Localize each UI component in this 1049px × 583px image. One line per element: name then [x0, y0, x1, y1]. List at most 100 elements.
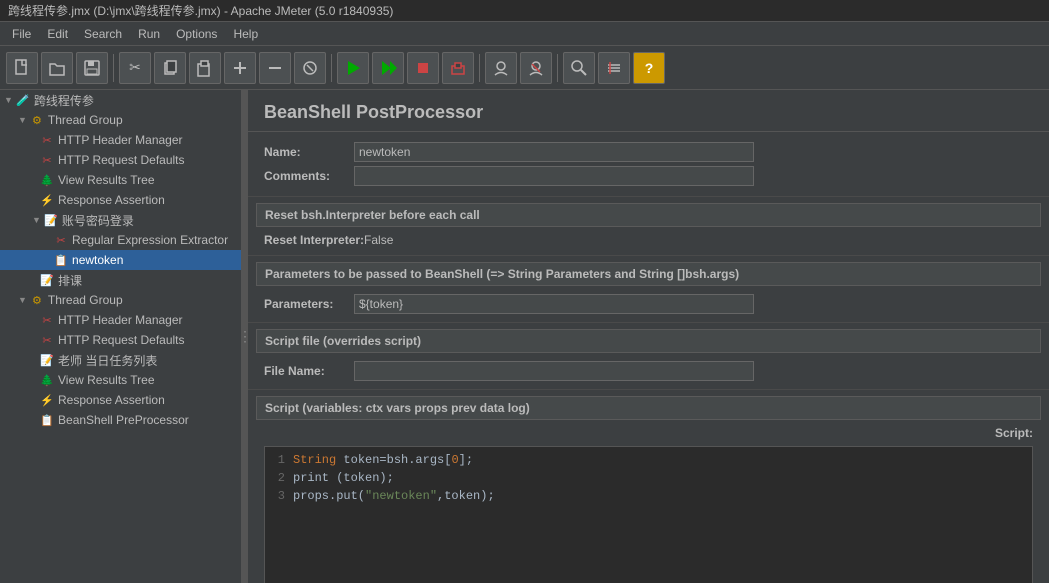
remote-stop-button[interactable]	[520, 52, 552, 84]
start-button[interactable]	[337, 52, 369, 84]
menu-help[interactable]: Help	[225, 25, 266, 43]
icon-root: 🧪	[15, 92, 31, 108]
sep2	[331, 54, 332, 82]
sep1	[113, 54, 114, 82]
left-panel: ▼ 🧪 跨线程传参 ▼ ⚙ Thread Group ✂ HTTP Header…	[0, 90, 242, 583]
new-button[interactable]	[6, 52, 38, 84]
tree-item-task-list[interactable]: 📝 老师 当日任务列表	[0, 350, 241, 370]
plain-1: token=bsh.args[	[336, 453, 451, 467]
icon-http-defaults2: ✂	[39, 332, 55, 348]
tree-item-root[interactable]: ▼ 🧪 跨线程传参	[0, 90, 241, 110]
plain-2: print (token);	[293, 471, 394, 485]
tree-item-view-results2[interactable]: 🌲 View Results Tree	[0, 370, 241, 390]
label-root: 跨线程传参	[34, 92, 94, 109]
script-section: Script (variables: ctx vars props prev d…	[248, 390, 1049, 583]
comments-row: Comments:	[264, 166, 1033, 186]
reset-interpreter-value: False	[364, 233, 393, 247]
tree-item-view-results1[interactable]: 🌲 View Results Tree	[0, 170, 241, 190]
tree-item-tg2[interactable]: ▼ ⚙ Thread Group	[0, 290, 241, 310]
code-line-1: String token=bsh.args[0];	[293, 451, 1028, 469]
clear-all-button[interactable]	[598, 52, 630, 84]
menu-file[interactable]: File	[4, 25, 39, 43]
icon-acct-grp: 📝	[43, 212, 59, 228]
cut-button[interactable]: ✂	[119, 52, 151, 84]
reset-interpreter-label: Reset Interpreter:	[264, 233, 364, 247]
name-label: Name:	[264, 145, 354, 159]
params-label: Parameters:	[264, 297, 354, 311]
reset-header: Reset bsh.Interpreter before each call	[256, 203, 1041, 227]
tree-item-beanshell-pre[interactable]: 📋 BeanShell PreProcessor	[0, 410, 241, 430]
remote-start-button[interactable]	[485, 52, 517, 84]
arrow-root: ▼	[4, 95, 13, 105]
name-input[interactable]	[354, 142, 754, 162]
str-newtoken: "newtoken"	[365, 489, 437, 503]
sep3	[479, 54, 480, 82]
start-no-pause-button[interactable]	[372, 52, 404, 84]
tree-item-http-defaults2[interactable]: ✂ HTTP Request Defaults	[0, 330, 241, 350]
copy-button[interactable]	[154, 52, 186, 84]
icon-http-header1: ✂	[39, 132, 55, 148]
tree-item-regex[interactable]: ✂ Regular Expression Extractor	[0, 230, 241, 250]
paste-button[interactable]	[189, 52, 221, 84]
add-button[interactable]	[224, 52, 256, 84]
arrow-view-results1	[32, 175, 37, 185]
arrow-beanshell-pre	[32, 415, 37, 425]
arrow-paike	[32, 275, 37, 285]
arrow-newtoken	[46, 255, 51, 265]
title-text: 跨线程传参.jmx (D:\jmx\跨线程传参.jmx) - Apache JM…	[8, 2, 393, 19]
params-section: Parameters to be passed to BeanShell (=>…	[248, 256, 1049, 323]
icon-newtoken: 📋	[53, 252, 69, 268]
plain-3b: ,token);	[437, 489, 495, 503]
params-input[interactable]	[354, 294, 754, 314]
label-paike: 排课	[58, 272, 82, 289]
menu-edit[interactable]: Edit	[39, 25, 76, 43]
icon-http-header2: ✂	[39, 312, 55, 328]
save-button[interactable]	[76, 52, 108, 84]
script-file-header: Script file (overrides script)	[256, 329, 1041, 353]
tree-item-paike[interactable]: 📝 排课	[0, 270, 241, 290]
comments-label: Comments:	[264, 169, 354, 183]
code-line-3: props.put("newtoken",token);	[293, 487, 1028, 505]
icon-view-results2: 🌲	[39, 372, 55, 388]
arrow-tg1: ▼	[18, 115, 27, 125]
open-button[interactable]	[41, 52, 73, 84]
remove-button[interactable]	[259, 52, 291, 84]
arrow-view-results2	[32, 375, 37, 385]
label-beanshell-pre: BeanShell PreProcessor	[58, 413, 189, 427]
tree-item-newtoken[interactable]: 📋 newtoken	[0, 250, 241, 270]
script-area[interactable]: 1 2 3 String token=bsh.args[0]; print (t…	[264, 446, 1033, 583]
comments-input[interactable]	[354, 166, 754, 186]
menu-options[interactable]: Options	[168, 25, 225, 43]
label-newtoken: newtoken	[72, 253, 123, 267]
label-tg1: Thread Group	[48, 113, 123, 127]
tree-item-response-assert2[interactable]: ⚡ Response Assertion	[0, 390, 241, 410]
code-content: String token=bsh.args[0]; print (token);…	[293, 451, 1028, 583]
search-toolbar-button[interactable]	[563, 52, 595, 84]
icon-beanshell-pre: 📋	[39, 412, 55, 428]
tree-item-http-header1[interactable]: ✂ HTTP Header Manager	[0, 130, 241, 150]
tree-item-response-assert1[interactable]: ⚡ Response Assertion	[0, 190, 241, 210]
file-name-label: File Name:	[264, 364, 354, 378]
shutdown-button[interactable]	[442, 52, 474, 84]
toolbar: ✂ ?	[0, 46, 1049, 90]
menu-search[interactable]: Search	[76, 25, 130, 43]
file-name-input[interactable]	[354, 361, 754, 381]
label-task-list: 老师 当日任务列表	[58, 352, 157, 369]
tree-item-tg1[interactable]: ▼ ⚙ Thread Group	[0, 110, 241, 130]
toggle-button[interactable]	[294, 52, 326, 84]
name-row: Name:	[264, 142, 1033, 162]
tree-item-http-defaults1[interactable]: ✂ HTTP Request Defaults	[0, 150, 241, 170]
kw-string: String	[293, 453, 336, 467]
menu-bar: File Edit Search Run Options Help	[0, 22, 1049, 46]
help-toolbar-button[interactable]: ?	[633, 52, 665, 84]
label-http-header1: HTTP Header Manager	[58, 133, 183, 147]
arrow-response-assert1	[32, 195, 37, 205]
main-layout: ▼ 🧪 跨线程传参 ▼ ⚙ Thread Group ✂ HTTP Header…	[0, 90, 1049, 583]
tree-item-http-header2[interactable]: ✂ HTTP Header Manager	[0, 310, 241, 330]
arrow-task-list	[32, 355, 37, 365]
menu-run[interactable]: Run	[130, 25, 168, 43]
panel-title: BeanShell PostProcessor	[248, 90, 1049, 132]
tree-item-acct-grp[interactable]: ▼ 📝 账号密码登录	[0, 210, 241, 230]
icon-tg2: ⚙	[29, 292, 45, 308]
stop-button[interactable]	[407, 52, 439, 84]
